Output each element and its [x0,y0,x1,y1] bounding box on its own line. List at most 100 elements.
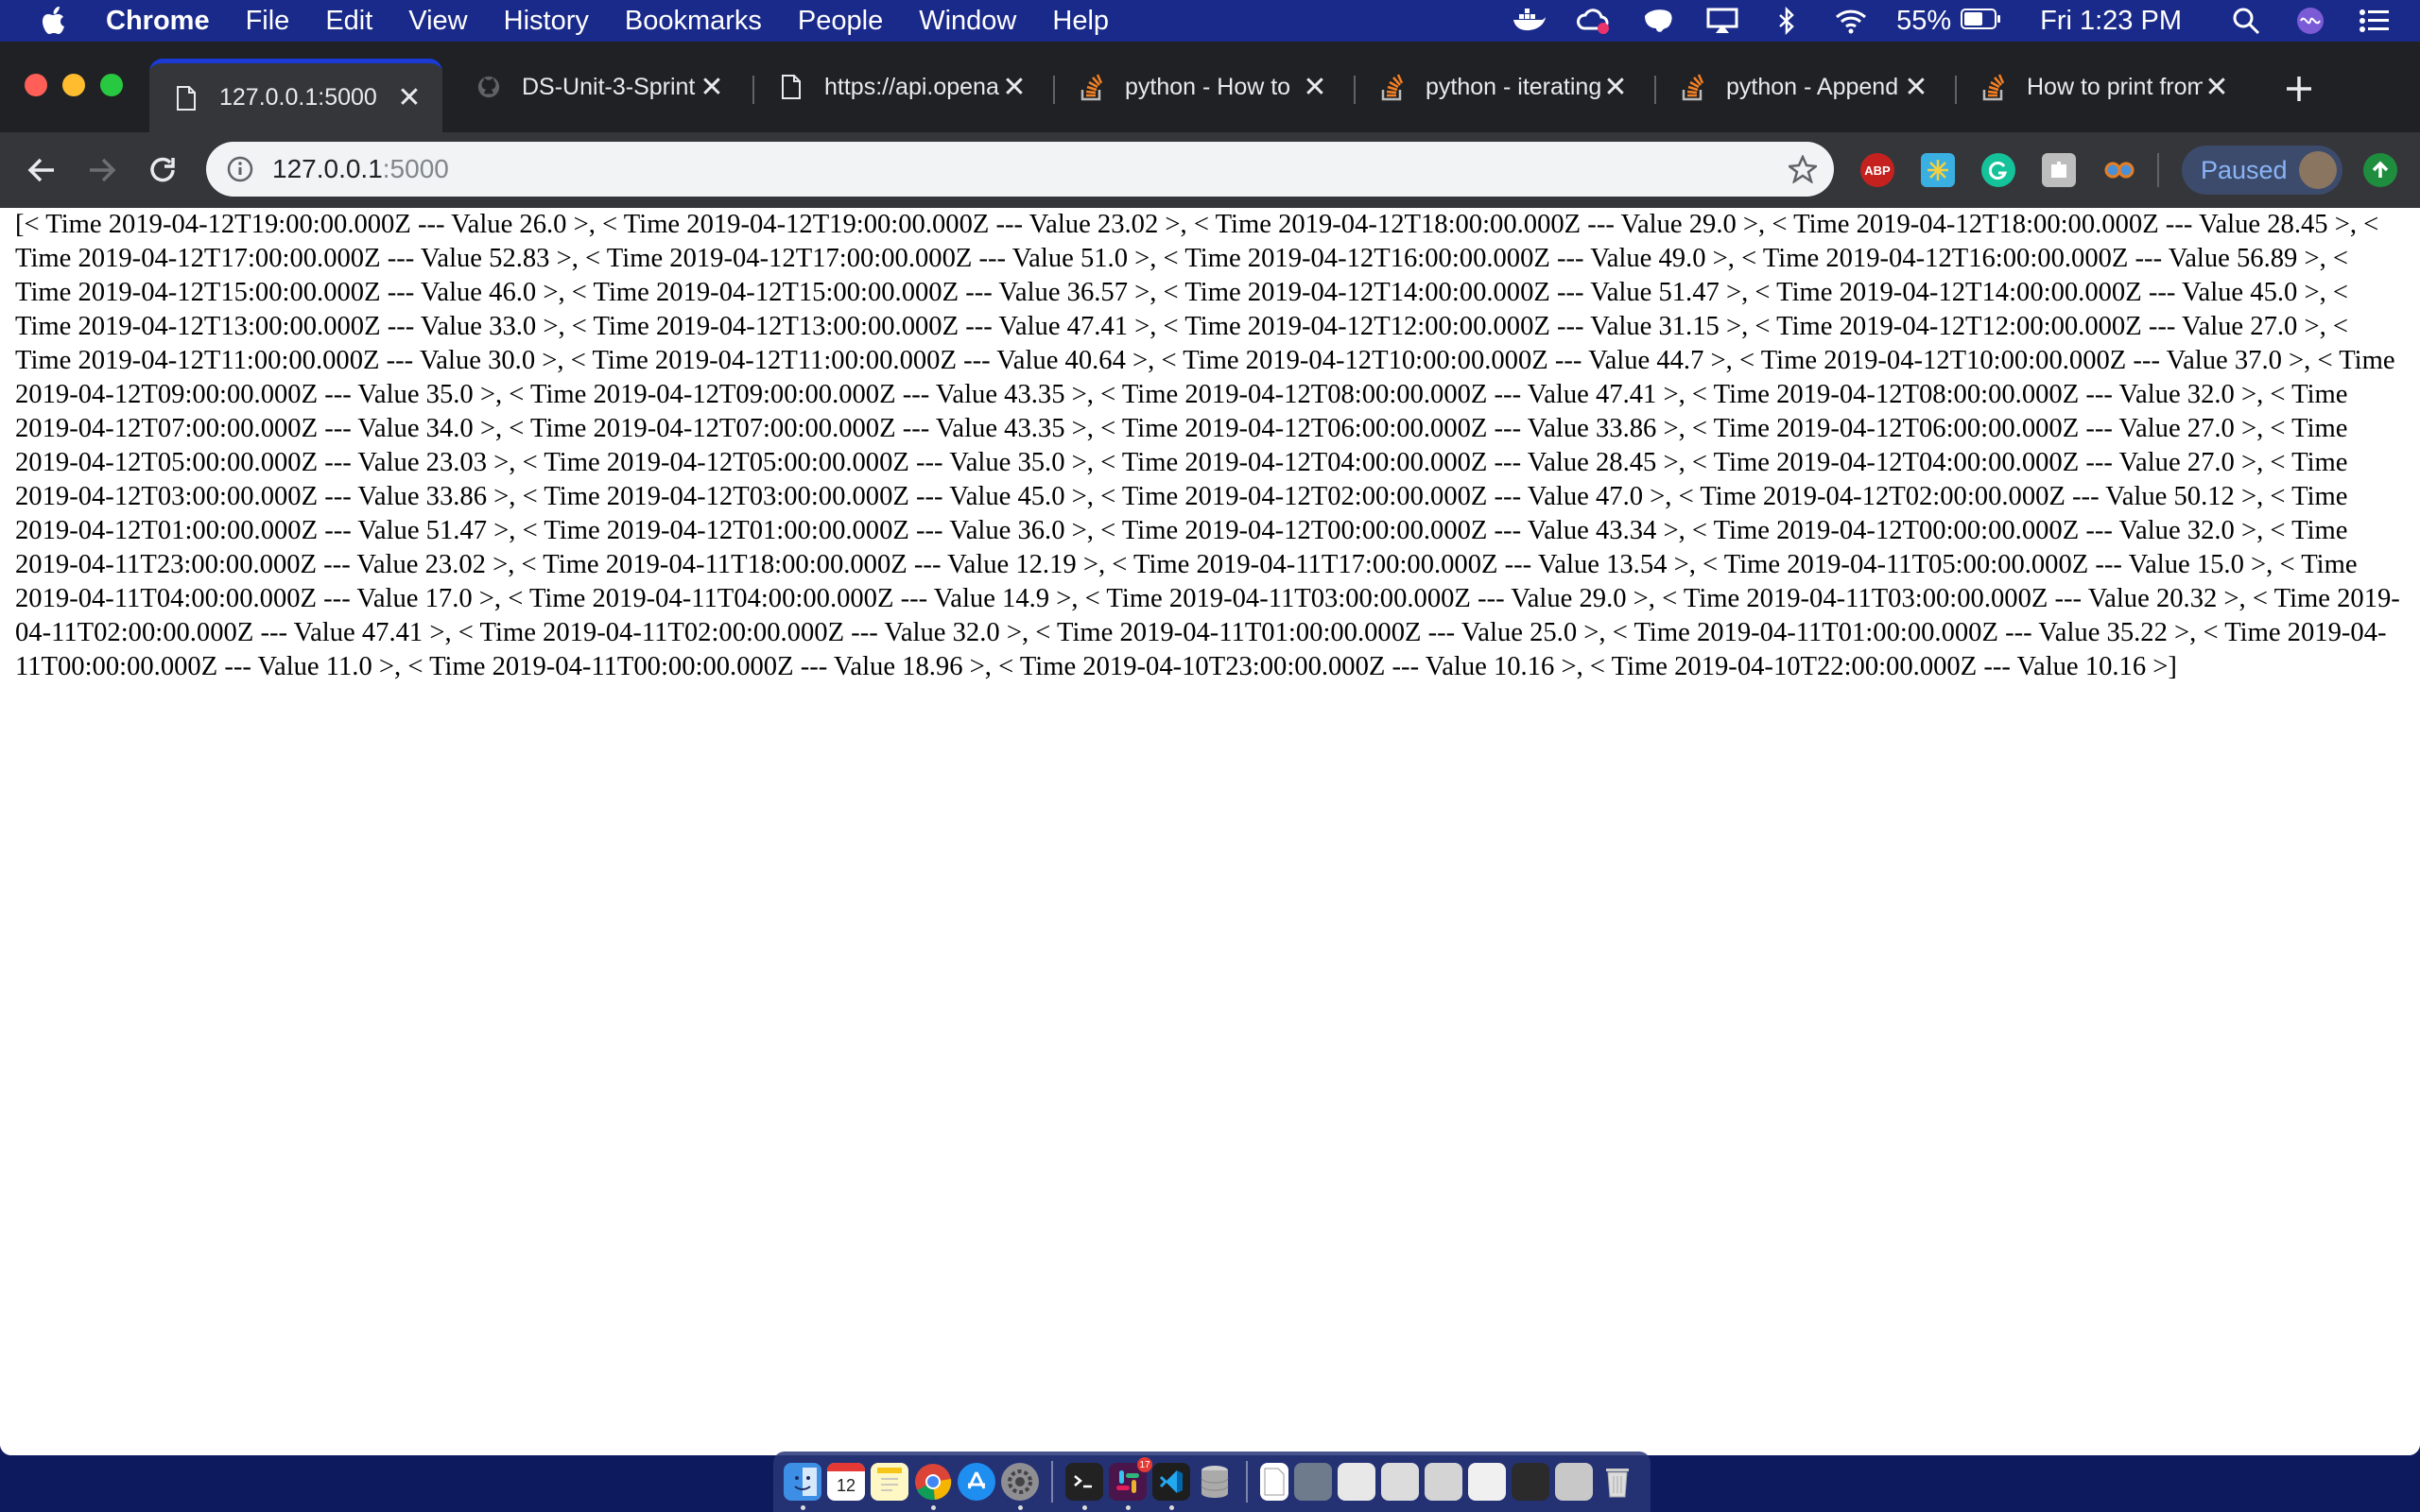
zoom-window-button[interactable] [100,74,123,96]
running-indicator [931,1505,936,1510]
system-preferences-icon[interactable] [1001,1463,1039,1510]
chrome-window: 127.0.0.1:5000 ✕ DS-Unit-3-Sprint ✕ http… [0,42,2420,1455]
tab-close-icon[interactable]: ✕ [1902,72,1930,103]
notes-icon[interactable] [871,1463,908,1501]
grammarly-icon[interactable] [1981,153,2015,187]
tab-close-icon[interactable]: ✕ [1601,72,1630,103]
chrome-update-icon[interactable] [2363,153,2397,187]
apple-menu-icon[interactable] [38,4,72,38]
app-store-icon[interactable] [958,1463,995,1501]
tab-title: 127.0.0.1:5000 [219,84,377,111]
tab-title: python - iterating [1426,73,1601,100]
stackoverflow-icon [1380,73,1405,101]
tab-title: How to print from [2027,73,2203,100]
tab-stackoverflow-3[interactable]: python - Append ✕ [1656,59,1949,115]
tab-openaq-api[interactable]: https://api.opena ✕ [754,59,1047,115]
battery-percent: 55% [1896,5,1952,36]
calendar-day: 12 [836,1475,856,1495]
back-button[interactable] [21,149,62,191]
page-content: [< Time 2019-04-12T19:00:00.000Z --- Val… [0,208,2420,1455]
tab-stackoverflow-4[interactable]: How to print from ✕ [1957,59,2250,115]
running-indicator [1018,1505,1023,1510]
macos-menu-bar: Chrome File Edit View History Bookmarks … [0,0,2420,42]
tab-strip: 127.0.0.1:5000 ✕ DS-Unit-3-Sprint ✕ http… [0,42,2420,132]
tab-localhost[interactable]: 127.0.0.1:5000 ✕ [149,59,442,132]
forward-button[interactable] [81,149,123,191]
tab-stackoverflow-1[interactable]: python - How to ✕ [1055,59,1348,115]
tab-github[interactable]: DS-Unit-3-Sprint ✕ [452,59,745,115]
slack-badge: 17 [1137,1457,1152,1472]
menu-view[interactable]: View [408,6,467,37]
menu-help[interactable]: Help [1052,6,1109,37]
chrome-icon[interactable] [914,1463,952,1510]
folder-icon[interactable] [1338,1463,1375,1501]
calendar-icon[interactable]: 12 [827,1463,865,1501]
new-tab-button[interactable] [2276,66,2322,112]
stackoverflow-icon [1080,73,1104,101]
document-icon[interactable] [1260,1463,1288,1501]
tab-close-icon[interactable]: ✕ [1301,72,1329,103]
slack-icon[interactable]: 17 [1109,1457,1152,1510]
wifi-icon[interactable] [1832,6,1870,36]
tab-stackoverflow-2[interactable]: python - iterating ✕ [1356,59,1649,115]
running-indicator [801,1505,805,1510]
menu-window[interactable]: Window [919,6,1016,37]
database-icon[interactable] [1196,1463,1234,1501]
menu-edit[interactable]: Edit [325,6,372,37]
trash-icon[interactable] [1599,1463,1636,1501]
vscode-icon[interactable] [1152,1463,1190,1510]
dock-separator [1246,1461,1248,1503]
battery-status[interactable]: 55% [1896,6,2002,37]
menu-clock[interactable]: Fri 1:23 PM [2040,6,2182,37]
notification-center-icon[interactable] [2356,6,2394,36]
siri-icon[interactable] [2291,6,2329,36]
airplay-icon[interactable] [1703,6,1741,36]
minimize-window-button[interactable] [62,74,85,96]
menu-people[interactable]: People [798,6,883,37]
running-indicator [1126,1505,1131,1510]
tab-close-icon[interactable]: ✕ [698,72,726,103]
tab-close-icon[interactable]: ✕ [2203,72,2231,103]
menu-history[interactable]: History [504,6,589,37]
address-bar-url[interactable]: 127.0.0.1:5000 [272,154,449,184]
folder-icon[interactable] [1425,1463,1462,1501]
tab-title: python - How to [1125,73,1291,100]
spotlight-search-icon[interactable] [2227,6,2265,36]
bookmark-star-icon[interactable] [1787,153,1819,185]
profile-paused-button[interactable]: Paused [2182,146,2342,195]
folder-icon[interactable] [1512,1463,1549,1501]
toolbar-separator [2157,153,2159,187]
extension-goggles-icon[interactable] [2102,153,2136,187]
tab-close-icon[interactable]: ✕ [395,82,424,113]
bluetooth-icon[interactable] [1768,6,1806,36]
close-window-button[interactable] [25,74,47,96]
tab-title: python - Append [1726,73,1899,100]
tab-close-icon[interactable]: ✕ [1000,72,1028,103]
folder-icon[interactable] [1555,1463,1593,1501]
running-indicator [1082,1505,1087,1510]
site-info-icon[interactable] [225,154,255,184]
evernote-icon[interactable] [1639,6,1677,36]
extension-snowflake-icon[interactable] [1921,153,1955,187]
folder-icon[interactable] [1294,1463,1332,1501]
macos-dock: 12 17 [773,1452,1651,1512]
extension-puzzle-icon[interactable] [2042,153,2076,187]
address-bar[interactable]: 127.0.0.1:5000 [206,142,1834,197]
menu-app-name[interactable]: Chrome [106,6,210,37]
folder-icon[interactable] [1468,1463,1506,1501]
browser-toolbar: 127.0.0.1:5000 ABP Paused [0,132,2420,208]
folder-icon[interactable] [1381,1463,1419,1501]
menu-file[interactable]: File [246,6,290,37]
page-icon [779,73,804,101]
finder-icon[interactable] [784,1463,821,1510]
url-port: :5000 [382,154,449,183]
creative-cloud-icon[interactable] [1575,6,1613,36]
docker-icon[interactable] [1511,6,1548,36]
reload-button[interactable] [142,149,183,191]
terminal-icon[interactable] [1065,1463,1103,1510]
battery-icon [1961,6,2002,37]
json-response-text: [< Time 2019-04-12T19:00:00.000Z --- Val… [15,210,2400,681]
tab-title: https://api.opena [824,73,999,100]
menu-bookmarks[interactable]: Bookmarks [625,6,762,37]
adblock-plus-icon[interactable]: ABP [1860,153,1894,187]
